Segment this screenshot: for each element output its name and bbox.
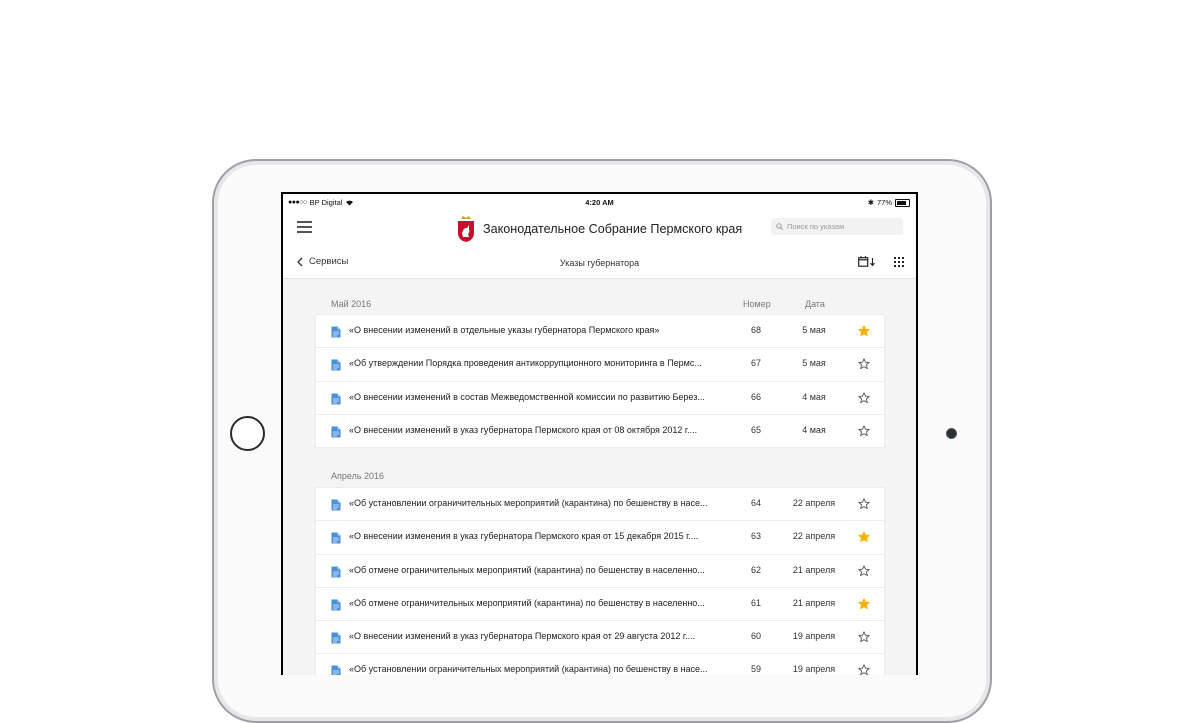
front-camera [946, 428, 957, 439]
sort-by-date-button[interactable] [858, 256, 876, 267]
decree-row[interactable]: «О внесении изменений в указ губернатора… [316, 415, 884, 447]
decree-date: 21 апреля [792, 564, 836, 575]
document-icon [331, 325, 341, 338]
decree-title: «Об установлении ограничительных меропри… [349, 664, 708, 675]
decree-number: 66 [750, 391, 761, 402]
decree-title: «Об отмене ограничительных мероприятий (… [349, 564, 705, 575]
star-filled-icon[interactable] [858, 530, 870, 543]
star-outline-icon[interactable] [858, 357, 870, 370]
column-header-number: Номер [743, 299, 771, 309]
search-placeholder: Поиск по указам [787, 222, 845, 231]
decree-date: 5 мая [802, 358, 826, 369]
grid-menu-icon[interactable] [894, 257, 904, 267]
document-icon [331, 425, 341, 438]
app-screen: ●●●○○ BP Digital 4:20 AM ✱ 77% Законодат… [283, 194, 916, 675]
decree-row[interactable]: «Об установлении ограничительных меропри… [316, 488, 884, 522]
decree-date: 22 апреля [792, 498, 836, 508]
document-icon [331, 531, 341, 544]
hamburger-menu-icon[interactable] [297, 221, 312, 233]
decree-date: 19 апреля [792, 631, 836, 642]
decree-title: «О внесении изменений в отдельные указы … [349, 325, 660, 335]
decree-title: «О внесении изменений в указ губернатора… [349, 631, 696, 642]
section-title: Апрель 2016 [331, 471, 385, 481]
section-title: Май 2016 [331, 299, 372, 309]
decree-row[interactable]: «Об установлении ограничительных меропри… [316, 654, 884, 675]
app-title: Законодательное Собрание Пермского края [483, 222, 743, 236]
decree-number: 65 [750, 424, 761, 435]
status-bar: ●●●○○ BP Digital 4:20 AM ✱ 77% [283, 194, 916, 210]
document-icon [331, 565, 341, 578]
decree-date: 4 мая [802, 424, 826, 435]
decree-date: 5 мая [802, 325, 826, 335]
decree-date: 19 апреля [792, 664, 836, 675]
decree-number: 67 [750, 358, 761, 369]
decree-number: 64 [750, 498, 761, 508]
search-input[interactable]: Поиск по указам [771, 218, 903, 235]
status-time: 4:20 AM [585, 198, 614, 207]
decree-title: «О внесении изменений в состав Межведомс… [349, 391, 705, 402]
star-filled-icon[interactable] [858, 324, 870, 337]
star-outline-icon[interactable] [858, 630, 870, 643]
star-outline-icon[interactable] [858, 424, 870, 436]
search-icon [776, 223, 783, 230]
star-outline-icon[interactable] [858, 497, 870, 510]
star-outline-icon[interactable] [858, 564, 870, 576]
document-icon [331, 631, 341, 644]
battery-icon [895, 198, 910, 207]
decree-row[interactable]: «Об отмене ограничительных мероприятий (… [316, 588, 884, 622]
decree-number: 62 [750, 564, 761, 575]
document-icon [331, 392, 341, 405]
perm-krai-emblem-icon [458, 216, 474, 242]
decree-title: «О внесении изменений в указ губернатора… [349, 424, 698, 435]
decree-group-card: «Об установлении ограничительных меропри… [316, 488, 884, 675]
decree-row[interactable]: «О внесении изменений в указ губернатора… [316, 621, 884, 655]
bluetooth-icon: ✱ [867, 198, 874, 207]
decree-group-card: «О внесении изменений в отдельные указы … [316, 315, 884, 448]
sub-navigation: Сервисы Указы губернатора [283, 246, 916, 279]
decree-row[interactable]: «О внесении изменений в состав Межведомс… [316, 382, 884, 415]
document-icon [331, 358, 341, 371]
star-outline-icon[interactable] [858, 391, 870, 403]
star-filled-icon[interactable] [858, 597, 870, 609]
decree-number: 63 [750, 531, 761, 542]
brand: Законодательное Собрание Пермского края [457, 216, 742, 242]
decree-title: «Об установлении ограничительных меропри… [349, 498, 708, 508]
battery-percent: 77% [876, 198, 892, 207]
decree-date: 4 мая [802, 391, 826, 402]
document-icon [331, 598, 341, 611]
decree-date: 21 апреля [792, 597, 836, 608]
screen: ●●●○○ BP Digital 4:20 AM ✱ 77% Законодат… [281, 192, 918, 675]
decree-number: 61 [750, 597, 761, 608]
decree-row[interactable]: «О внесении изменений в отдельные указы … [316, 315, 884, 349]
document-icon [331, 498, 341, 511]
decree-list: Май 2016 Номер Дата «О внесении изменени… [283, 278, 916, 675]
decree-number: 60 [750, 631, 761, 642]
document-icon [331, 664, 341, 675]
decree-row[interactable]: «Об утверждении Порядка проведения антик… [316, 348, 884, 382]
decree-row[interactable]: «О внесении изменения в указ губернатора… [316, 521, 884, 555]
star-outline-icon[interactable] [858, 663, 870, 675]
column-header-date: Дата [805, 299, 825, 309]
decree-number: 59 [750, 664, 761, 675]
decree-title: «Об утверждении Порядка проведения антик… [349, 358, 702, 369]
app-header: Законодательное Собрание Пермского края … [283, 210, 916, 246]
decree-title: «Об отмене ограничительных мероприятий (… [349, 597, 705, 608]
calendar-sort-icon [858, 256, 875, 267]
decree-row[interactable]: «Об отмене ограничительных мероприятий (… [316, 555, 884, 588]
page-title: Указы губернатора [559, 258, 640, 268]
decree-title: «О внесении изменения в указ губернатора… [349, 531, 699, 542]
decree-date: 22 апреля [792, 531, 836, 542]
home-button[interactable] [230, 416, 265, 451]
decree-number: 68 [750, 325, 761, 335]
